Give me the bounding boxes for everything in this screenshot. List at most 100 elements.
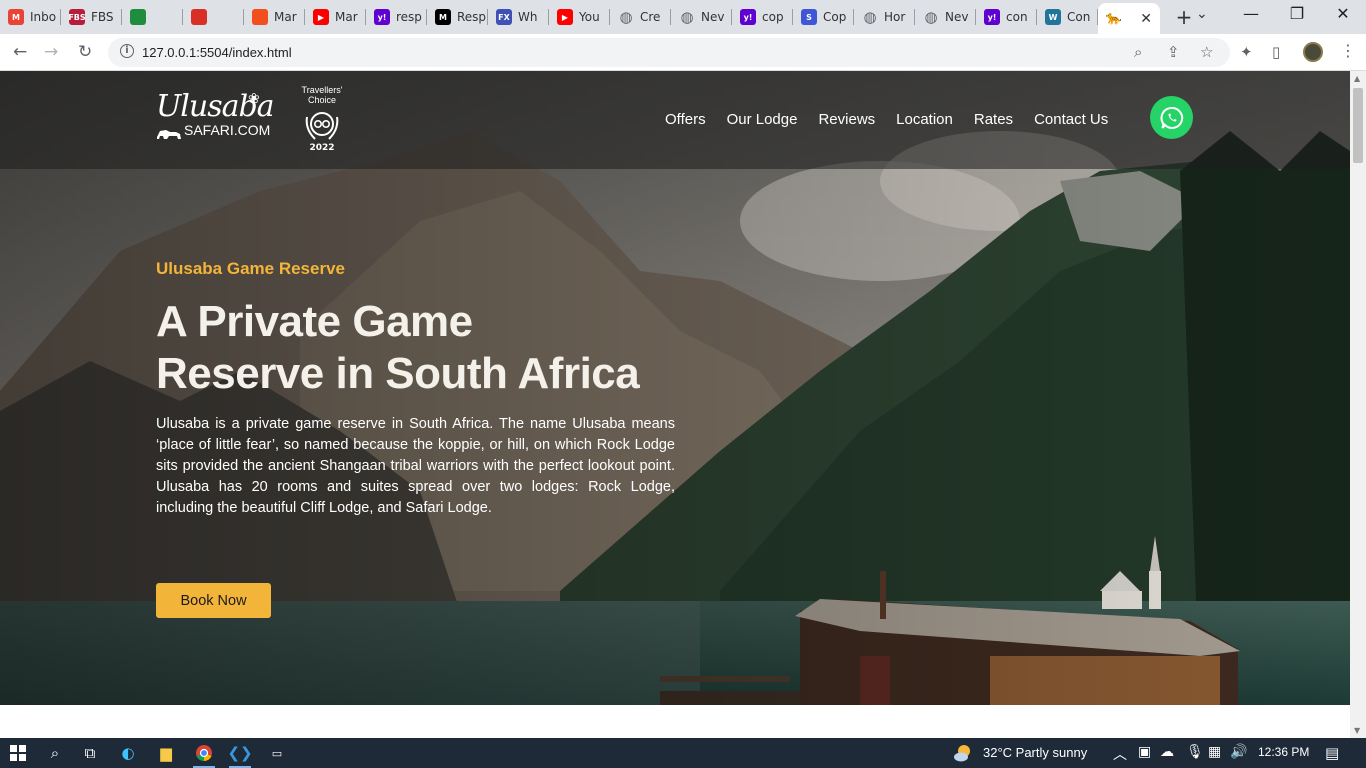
globe-icon: ◍ xyxy=(680,8,694,26)
nav-offers[interactable]: Offers xyxy=(665,111,706,128)
minimize-icon[interactable]: — xyxy=(1236,4,1266,23)
terminal-icon[interactable]: ▭ xyxy=(266,743,288,763)
site-info-icon[interactable]: i xyxy=(120,44,134,58)
browser-tab[interactable]: Mar xyxy=(244,3,305,31)
hero-headline-line-1: A Private Game xyxy=(156,297,473,346)
youtube-icon: ▶ xyxy=(557,9,573,25)
globe-icon: ◍ xyxy=(924,8,938,26)
site-header: Ulusaba ❀ SAFARI.COM Travellers' Choice xyxy=(0,71,1350,169)
volume-icon[interactable]: 🔊 xyxy=(1230,744,1247,760)
microphone-icon[interactable]: 🎙 xyxy=(1186,744,1204,760)
nav-our-lodge[interactable]: Our Lodge xyxy=(727,111,798,128)
vscode-icon[interactable]: ❮❯ xyxy=(227,743,252,763)
browser-tab-label: Cop xyxy=(823,10,847,24)
partly-sunny-icon[interactable] xyxy=(953,743,973,763)
hero-headline-line-2: Reserve in South Africa xyxy=(156,349,640,398)
browser-tab[interactable]: M Inbo xyxy=(0,3,61,31)
whatsapp-icon xyxy=(1160,106,1183,129)
browser-tab-label: Inbo xyxy=(30,10,57,24)
tab-search-chevron-icon[interactable]: ⌄ xyxy=(1196,6,1208,22)
browser-tab[interactable]: W Con xyxy=(1037,3,1098,31)
browser-tab[interactable]: ◍ Nev xyxy=(671,3,732,31)
lion-icon: 🐆 xyxy=(1105,11,1123,26)
profile-avatar[interactable] xyxy=(1303,42,1323,62)
edge-icon[interactable]: ◐ xyxy=(117,743,139,763)
browser-tab-label: Nev xyxy=(945,10,969,24)
tab-strip: M Inbo FBS FBS Mar ▶ Mar y! resp M Resp FX Wh ▶ You ◍ Cr… xyxy=(0,0,1366,34)
yahoo-icon: y! xyxy=(984,9,1000,25)
chrome-icon[interactable] xyxy=(193,743,215,763)
onedrive-cloud-icon[interactable]: ☁ xyxy=(1160,744,1174,760)
s-icon: S xyxy=(801,9,817,25)
browser-tab[interactable]: S Cop xyxy=(793,3,854,31)
address-bar[interactable]: i 127.0.0.1:5504/index.html ⌕ ⇪ ☆ xyxy=(108,38,1230,67)
site-logo[interactable]: Ulusaba ❀ SAFARI.COM xyxy=(156,89,275,139)
book-now-button[interactable]: Book Now xyxy=(156,583,271,618)
page-scrollbar[interactable]: ▲ ▼ xyxy=(1350,71,1366,738)
meet-icon xyxy=(130,9,146,25)
browser-tab-label: You xyxy=(579,10,600,24)
notifications-icon[interactable]: ▤ xyxy=(1325,744,1339,762)
tray-chevron-icon[interactable]: ︿ xyxy=(1113,744,1127,764)
browser-menu-icon[interactable]: ⋮ xyxy=(1340,41,1356,60)
browser-tab[interactable]: FBS FBS xyxy=(61,3,122,31)
weather-text[interactable]: 32°C Partly sunny xyxy=(983,745,1087,760)
main-nav: Offers Our Lodge Reviews Location Rates … xyxy=(665,111,1129,128)
nav-rates[interactable]: Rates xyxy=(974,111,1013,128)
share-icon[interactable]: ⇪ xyxy=(1167,43,1180,61)
new-tab-button[interactable]: + xyxy=(1172,5,1196,29)
side-panel-icon[interactable]: ▯ xyxy=(1272,43,1280,61)
tab-list: M Inbo FBS FBS Mar ▶ Mar y! resp M Resp FX Wh ▶ You ◍ Cr… xyxy=(0,0,1160,34)
forward-icon[interactable]: → xyxy=(44,42,58,62)
file-explorer-icon[interactable]: ▆ xyxy=(155,743,177,763)
browser-tab[interactable]: FX Wh xyxy=(488,3,549,31)
url-text[interactable]: 127.0.0.1:5504/index.html xyxy=(142,45,292,60)
windows-start-icon[interactable] xyxy=(7,743,29,763)
back-icon[interactable]: ← xyxy=(13,42,27,62)
browser-tab-label: Hor xyxy=(884,10,906,24)
restore-icon[interactable]: ❐ xyxy=(1282,4,1312,23)
whatsapp-button[interactable] xyxy=(1150,96,1193,139)
badge-title: Travellers' Choice xyxy=(301,85,343,105)
wordpress-icon: W xyxy=(1045,9,1061,25)
browser-tab[interactable]: M Resp xyxy=(427,3,488,31)
zoom-icon[interactable]: ⌕ xyxy=(1134,43,1142,61)
browser-tab[interactable]: y! resp xyxy=(366,3,427,31)
browser-tab[interactable]: ◍ Nev xyxy=(915,3,976,31)
close-window-icon[interactable]: ✕ xyxy=(1328,4,1358,23)
browser-tab[interactable]: ◍ Cre xyxy=(610,3,671,31)
nav-contact-us[interactable]: Contact Us xyxy=(1034,111,1108,128)
extensions-puzzle-icon[interactable]: ✦ xyxy=(1240,43,1253,61)
scroll-thumb[interactable] xyxy=(1353,88,1363,163)
windows-taskbar: ⌕ ⧉ ◐ ▆ ❮❯ ▭ 32°C Partly sunny ︿ ▣ ☁ 🎙 ▦… xyxy=(0,738,1366,768)
browser-tab[interactable]: y! con xyxy=(976,3,1037,31)
browser-tab[interactable] xyxy=(183,3,244,31)
search-icon[interactable]: ⌕ xyxy=(44,743,66,763)
medium-icon: M xyxy=(435,9,451,25)
browser-tab[interactable]: ▶ You xyxy=(549,3,610,31)
browser-tab-active[interactable]: 🐆 ✕ xyxy=(1098,3,1160,34)
globe-icon: ◍ xyxy=(863,8,877,26)
meet-now-icon[interactable]: ▣ xyxy=(1138,744,1151,760)
browser-tab[interactable]: y! cop xyxy=(732,3,793,31)
nav-location[interactable]: Location xyxy=(896,111,953,128)
scroll-up-arrow-icon[interactable]: ▲ xyxy=(1354,74,1360,83)
close-tab-icon[interactable]: ✕ xyxy=(1140,11,1152,27)
network-icon[interactable]: ▦ xyxy=(1208,744,1221,760)
globe-icon: ◍ xyxy=(619,8,633,26)
web-page: Ulusaba ❀ SAFARI.COM Travellers' Choice xyxy=(0,71,1350,738)
yahoo-icon: y! xyxy=(740,9,756,25)
reload-icon[interactable]: ↻ xyxy=(78,42,92,62)
browser-tab[interactable]: ◍ Hor xyxy=(854,3,915,31)
bookmark-star-icon[interactable]: ☆ xyxy=(1200,43,1213,61)
browser-tab-label: Mar xyxy=(274,10,297,24)
lion-silhouette-icon xyxy=(156,127,182,145)
hero-headline: A Private Game Reserve in South Africa xyxy=(156,296,716,400)
browser-tab[interactable]: ▶ Mar xyxy=(305,3,366,31)
task-view-icon[interactable]: ⧉ xyxy=(79,743,101,763)
figma-icon xyxy=(252,9,268,25)
nav-reviews[interactable]: Reviews xyxy=(818,111,875,128)
scroll-down-arrow-icon[interactable]: ▼ xyxy=(1354,726,1360,735)
browser-tab[interactable] xyxy=(122,3,183,31)
taskbar-clock[interactable]: 12:36 PM xyxy=(1258,745,1309,759)
